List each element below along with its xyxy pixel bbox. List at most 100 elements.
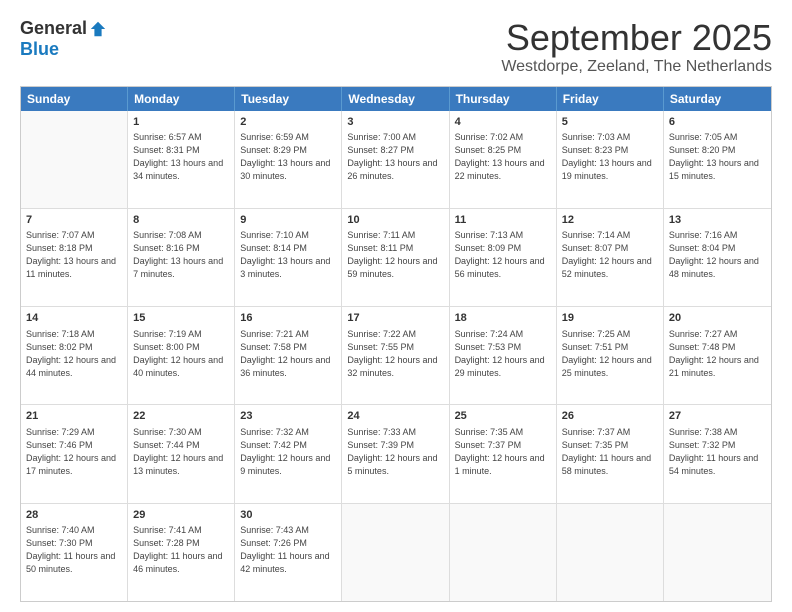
location: Westdorpe, Zeeland, The Netherlands bbox=[501, 58, 772, 76]
logo-general: General bbox=[20, 18, 87, 39]
calendar-row-2: 7Sunrise: 7:07 AMSunset: 8:18 PMDaylight… bbox=[21, 208, 771, 306]
day-cell-18: 18 Sunrise: 7:24 AMSunset: 7:53 PMDayligh… bbox=[450, 307, 557, 404]
day-number: 18 bbox=[455, 311, 551, 326]
day-number: 23 bbox=[240, 409, 336, 424]
day-number: 27 bbox=[669, 409, 766, 424]
day-number: 19 bbox=[562, 311, 658, 326]
day-info: Sunrise: 7:13 AMSunset: 8:09 PMDaylight:… bbox=[455, 229, 551, 281]
calendar-row-3: 14 Sunrise: 7:18 AMSunset: 8:02 PMDayligh… bbox=[21, 306, 771, 404]
day-number: 7 bbox=[26, 213, 122, 228]
day-info: Sunrise: 7:33 AMSunset: 7:39 PMDaylight:… bbox=[347, 426, 443, 478]
day-info: Sunrise: 7:25 AMSunset: 7:51 PMDaylight:… bbox=[562, 328, 658, 380]
month-title: September 2025 bbox=[501, 18, 772, 58]
day-cell-14: 14 Sunrise: 7:18 AMSunset: 8:02 PMDayligh… bbox=[21, 307, 128, 404]
day-cell-29: 29Sunrise: 7:41 AMSunset: 7:28 PMDayligh… bbox=[128, 504, 235, 601]
day-number: 4 bbox=[455, 115, 551, 130]
day-number: 14 bbox=[26, 311, 122, 326]
day-cell-3: 3Sunrise: 7:00 AMSunset: 8:27 PMDaylight… bbox=[342, 111, 449, 208]
day-info: Sunrise: 7:10 AMSunset: 8:14 PMDaylight:… bbox=[240, 229, 336, 281]
day-cell-20: 20 Sunrise: 7:27 AMSunset: 7:48 PMDayligh… bbox=[664, 307, 771, 404]
day-number: 9 bbox=[240, 213, 336, 228]
header-right: September 2025 Westdorpe, Zeeland, The N… bbox=[501, 18, 772, 76]
empty-cell bbox=[664, 504, 771, 601]
day-number: 22 bbox=[133, 409, 229, 424]
day-info: Sunrise: 7:37 AMSunset: 7:35 PMDaylight:… bbox=[562, 426, 658, 478]
day-header-wednesday: Wednesday bbox=[342, 87, 449, 111]
logo: General Blue bbox=[20, 18, 107, 60]
day-info: Sunrise: 7:14 AMSunset: 8:07 PMDaylight:… bbox=[562, 229, 658, 281]
day-number: 28 bbox=[26, 508, 122, 523]
day-info: Sunrise: 7:32 AMSunset: 7:42 PMDaylight:… bbox=[240, 426, 336, 478]
day-info: Sunrise: 7:43 AMSunset: 7:26 PMDaylight:… bbox=[240, 524, 336, 576]
day-number: 8 bbox=[133, 213, 229, 228]
day-header-sunday: Sunday bbox=[21, 87, 128, 111]
day-cell-12: 12Sunrise: 7:14 AMSunset: 8:07 PMDayligh… bbox=[557, 209, 664, 306]
day-info: Sunrise: 7:16 AMSunset: 8:04 PMDaylight:… bbox=[669, 229, 766, 281]
day-header-monday: Monday bbox=[128, 87, 235, 111]
day-info: Sunrise: 6:59 AMSunset: 8:29 PMDaylight:… bbox=[240, 131, 336, 183]
day-info: Sunrise: 7:05 AMSunset: 8:20 PMDaylight:… bbox=[669, 131, 766, 183]
day-number: 12 bbox=[562, 213, 658, 228]
day-number: 15 bbox=[133, 311, 229, 326]
day-cell-19: 19 Sunrise: 7:25 AMSunset: 7:51 PMDayligh… bbox=[557, 307, 664, 404]
day-header-tuesday: Tuesday bbox=[235, 87, 342, 111]
day-header-thursday: Thursday bbox=[450, 87, 557, 111]
day-cell-11: 11Sunrise: 7:13 AMSunset: 8:09 PMDayligh… bbox=[450, 209, 557, 306]
calendar-row-4: 21 Sunrise: 7:29 AMSunset: 7:46 PMDayligh… bbox=[21, 404, 771, 502]
day-cell-26: 26 Sunrise: 7:37 AMSunset: 7:35 PMDayligh… bbox=[557, 405, 664, 502]
day-cell-9: 9Sunrise: 7:10 AMSunset: 8:14 PMDaylight… bbox=[235, 209, 342, 306]
day-info: Sunrise: 7:08 AMSunset: 8:16 PMDaylight:… bbox=[133, 229, 229, 281]
day-number: 5 bbox=[562, 115, 658, 130]
day-cell-16: 16Sunrise: 7:21 AMSunset: 7:58 PMDayligh… bbox=[235, 307, 342, 404]
day-cell-2: 2Sunrise: 6:59 AMSunset: 8:29 PMDaylight… bbox=[235, 111, 342, 208]
day-cell-22: 22 Sunrise: 7:30 AMSunset: 7:44 PMDayligh… bbox=[128, 405, 235, 502]
header: General Blue September 2025 Westdorpe, Z… bbox=[20, 18, 772, 76]
calendar: SundayMondayTuesdayWednesdayThursdayFrid… bbox=[20, 86, 772, 602]
day-number: 26 bbox=[562, 409, 658, 424]
calendar-row-1: 1Sunrise: 6:57 AMSunset: 8:31 PMDaylight… bbox=[21, 111, 771, 208]
day-number: 3 bbox=[347, 115, 443, 130]
day-cell-10: 10Sunrise: 7:11 AMSunset: 8:11 PMDayligh… bbox=[342, 209, 449, 306]
day-info: Sunrise: 7:40 AMSunset: 7:30 PMDaylight:… bbox=[26, 524, 122, 576]
day-info: Sunrise: 7:41 AMSunset: 7:28 PMDaylight:… bbox=[133, 524, 229, 576]
day-cell-13: 13Sunrise: 7:16 AMSunset: 8:04 PMDayligh… bbox=[664, 209, 771, 306]
calendar-body: 1Sunrise: 6:57 AMSunset: 8:31 PMDaylight… bbox=[21, 111, 771, 601]
day-cell-27: 27Sunrise: 7:38 AMSunset: 7:32 PMDayligh… bbox=[664, 405, 771, 502]
day-info: Sunrise: 7:27 AMSunset: 7:48 PMDaylight:… bbox=[669, 328, 766, 380]
day-info: Sunrise: 7:00 AMSunset: 8:27 PMDaylight:… bbox=[347, 131, 443, 183]
logo-icon bbox=[89, 20, 107, 38]
day-cell-7: 7Sunrise: 7:07 AMSunset: 8:18 PMDaylight… bbox=[21, 209, 128, 306]
day-number: 2 bbox=[240, 115, 336, 130]
day-number: 21 bbox=[26, 409, 122, 424]
day-info: Sunrise: 6:57 AMSunset: 8:31 PMDaylight:… bbox=[133, 131, 229, 183]
day-cell-8: 8Sunrise: 7:08 AMSunset: 8:16 PMDaylight… bbox=[128, 209, 235, 306]
day-number: 1 bbox=[133, 115, 229, 130]
day-cell-21: 21 Sunrise: 7:29 AMSunset: 7:46 PMDayligh… bbox=[21, 405, 128, 502]
day-info: Sunrise: 7:18 AMSunset: 8:02 PMDaylight:… bbox=[26, 328, 122, 380]
day-info: Sunrise: 7:03 AMSunset: 8:23 PMDaylight:… bbox=[562, 131, 658, 183]
day-info: Sunrise: 7:02 AMSunset: 8:25 PMDaylight:… bbox=[455, 131, 551, 183]
day-header-friday: Friday bbox=[557, 87, 664, 111]
day-number: 20 bbox=[669, 311, 766, 326]
day-info: Sunrise: 7:30 AMSunset: 7:44 PMDaylight:… bbox=[133, 426, 229, 478]
day-number: 13 bbox=[669, 213, 766, 228]
empty-cell bbox=[450, 504, 557, 601]
day-info: Sunrise: 7:21 AMSunset: 7:58 PMDaylight:… bbox=[240, 328, 336, 380]
day-cell-4: 4Sunrise: 7:02 AMSunset: 8:25 PMDaylight… bbox=[450, 111, 557, 208]
day-cell-30: 30Sunrise: 7:43 AMSunset: 7:26 PMDayligh… bbox=[235, 504, 342, 601]
day-info: Sunrise: 7:24 AMSunset: 7:53 PMDaylight:… bbox=[455, 328, 551, 380]
day-number: 25 bbox=[455, 409, 551, 424]
day-cell-5: 5Sunrise: 7:03 AMSunset: 8:23 PMDaylight… bbox=[557, 111, 664, 208]
day-info: Sunrise: 7:35 AMSunset: 7:37 PMDaylight:… bbox=[455, 426, 551, 478]
empty-cell bbox=[342, 504, 449, 601]
day-info: Sunrise: 7:29 AMSunset: 7:46 PMDaylight:… bbox=[26, 426, 122, 478]
day-number: 24 bbox=[347, 409, 443, 424]
day-cell-23: 23 Sunrise: 7:32 AMSunset: 7:42 PMDayligh… bbox=[235, 405, 342, 502]
day-cell-15: 15Sunrise: 7:19 AMSunset: 8:00 PMDayligh… bbox=[128, 307, 235, 404]
day-number: 11 bbox=[455, 213, 551, 228]
empty-cell bbox=[557, 504, 664, 601]
day-info: Sunrise: 7:22 AMSunset: 7:55 PMDaylight:… bbox=[347, 328, 443, 380]
page: General Blue September 2025 Westdorpe, Z… bbox=[0, 0, 792, 612]
day-number: 17 bbox=[347, 311, 443, 326]
day-cell-1: 1Sunrise: 6:57 AMSunset: 8:31 PMDaylight… bbox=[128, 111, 235, 208]
